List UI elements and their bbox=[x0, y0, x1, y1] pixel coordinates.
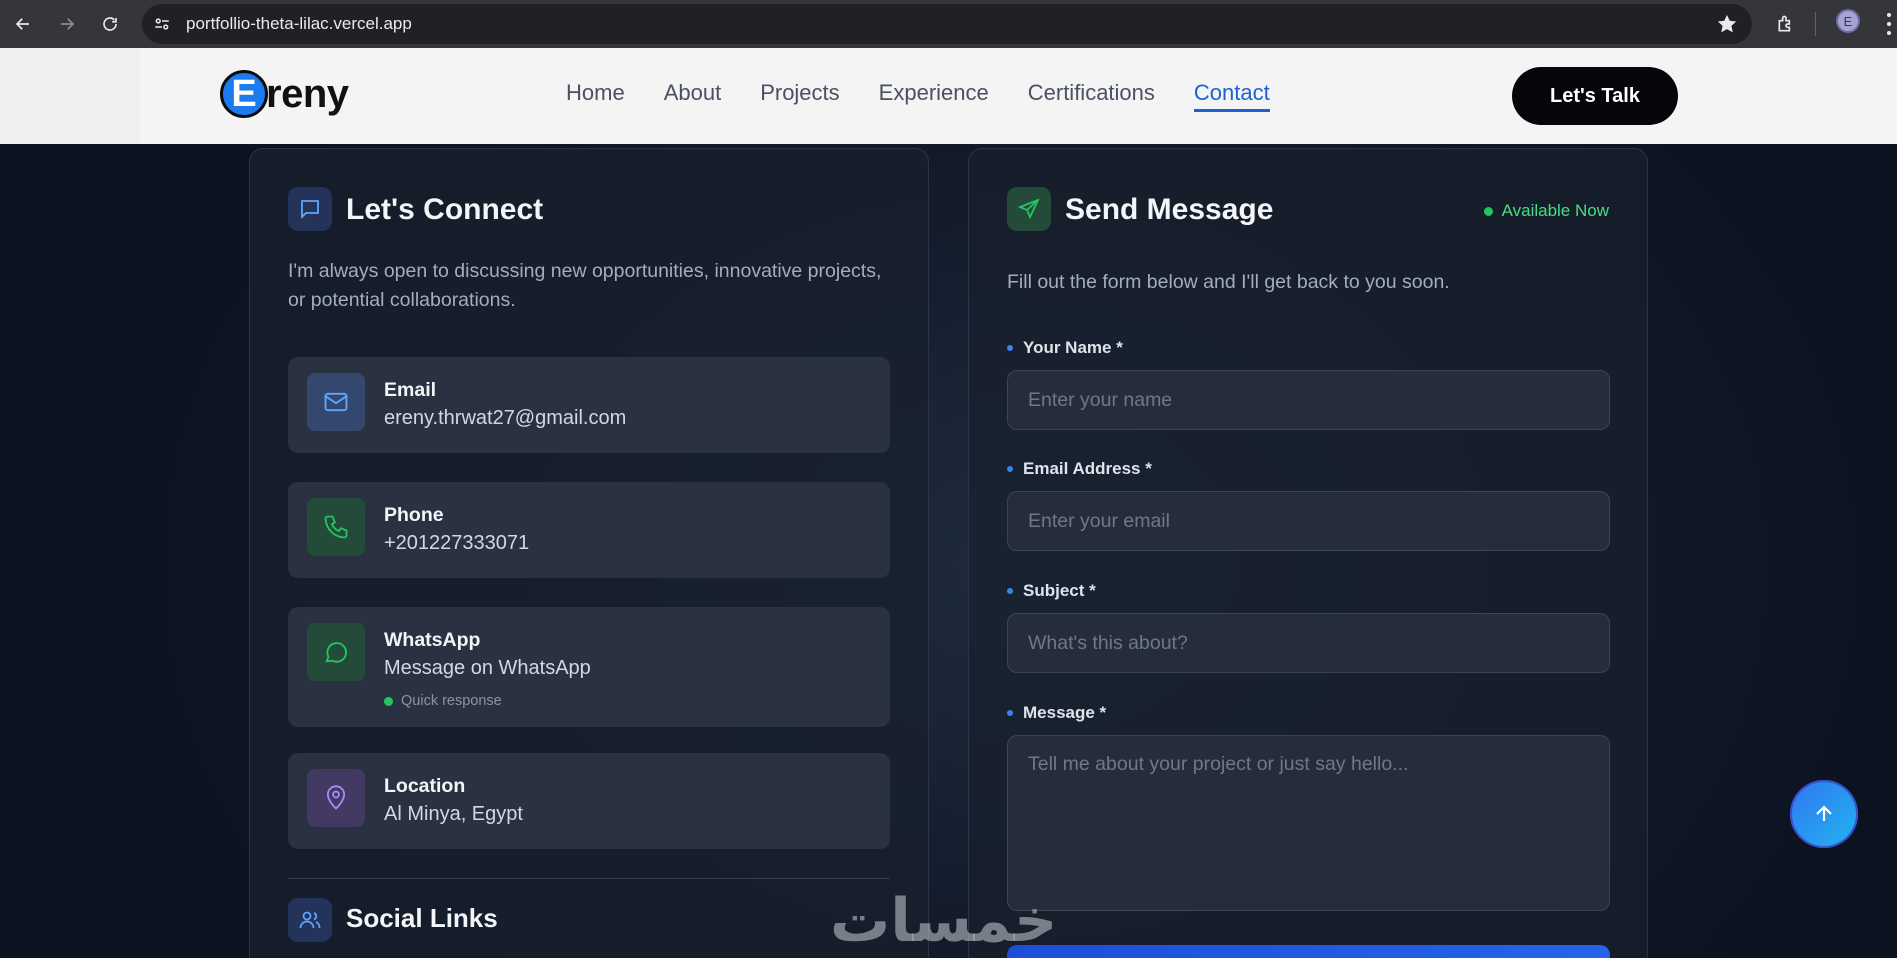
status-dot bbox=[384, 696, 393, 706]
toolbar-divider bbox=[1815, 12, 1816, 36]
phone-icon bbox=[307, 498, 365, 556]
profile-avatar[interactable]: E bbox=[1836, 9, 1860, 33]
contact-value: +201227333071 bbox=[384, 532, 530, 554]
contact-location[interactable]: Location Al Minya, Egypt bbox=[288, 753, 890, 849]
connect-intro: I'm always open to discussing new opport… bbox=[288, 260, 882, 311]
back-button[interactable] bbox=[8, 9, 38, 39]
connect-title: Let's Connect bbox=[346, 193, 544, 226]
name-label: Your Name * bbox=[1007, 338, 1123, 358]
navbar-bg-left bbox=[0, 48, 140, 144]
nav-certifications[interactable]: Certifications bbox=[1028, 80, 1155, 112]
send-message-button[interactable] bbox=[1007, 945, 1610, 958]
forward-button[interactable] bbox=[52, 9, 82, 39]
nav-contact[interactable]: Contact bbox=[1193, 80, 1270, 112]
users-icon bbox=[288, 898, 332, 942]
site-logo[interactable]: E reny bbox=[220, 70, 349, 118]
mail-icon bbox=[307, 373, 365, 431]
label-bullet bbox=[1007, 345, 1013, 351]
message-label: Message * bbox=[1007, 703, 1106, 723]
message-label-text: Message * bbox=[1023, 703, 1107, 722]
browser-menu-icon[interactable] bbox=[1884, 10, 1894, 38]
site-navbar: E reny Home About Projects Experience Ce… bbox=[140, 48, 1752, 144]
availability-text: Available Now bbox=[1501, 201, 1609, 220]
status-dot bbox=[1483, 206, 1493, 216]
address-bar[interactable]: portfollio-theta-lilac.vercel.app bbox=[142, 4, 1752, 44]
extensions-icon[interactable] bbox=[1771, 9, 1801, 39]
site-info-icon[interactable] bbox=[152, 14, 172, 34]
logo-letter: E bbox=[220, 70, 268, 118]
navbar-bg-right bbox=[1752, 48, 1897, 144]
label-bullet bbox=[1007, 466, 1013, 472]
social-links-title: Social Links bbox=[346, 903, 498, 933]
map-pin-icon bbox=[307, 769, 365, 827]
browser-toolbar: portfollio-theta-lilac.vercel.app E bbox=[0, 0, 1897, 48]
name-field[interactable]: Enter your name bbox=[1007, 370, 1610, 430]
send-message-title: Send Message bbox=[1065, 193, 1274, 226]
lets-talk-button[interactable]: Let's Talk bbox=[1512, 67, 1678, 125]
subject-label-text: Subject * bbox=[1023, 581, 1096, 600]
contact-value: Message on WhatsApp bbox=[384, 657, 591, 679]
message-textarea[interactable]: Tell me about your project or just say h… bbox=[1007, 735, 1610, 911]
label-bullet bbox=[1007, 588, 1013, 594]
contact-label: Location bbox=[384, 775, 466, 797]
contact-label: Phone bbox=[384, 504, 444, 526]
form-intro: Fill out the form below and I'll get bac… bbox=[1007, 271, 1450, 293]
nav-links: Home About Projects Experience Certifica… bbox=[566, 80, 1270, 112]
email-field[interactable]: Enter your email bbox=[1007, 491, 1610, 551]
page-content: Let's Connect I'm always open to discuss… bbox=[0, 48, 1897, 958]
url-text: portfollio-theta-lilac.vercel.app bbox=[186, 14, 412, 33]
contact-value: Al Minya, Egypt bbox=[384, 803, 523, 825]
scroll-to-top-button[interactable] bbox=[1790, 780, 1858, 848]
watermark-text: خمسات bbox=[830, 886, 1058, 956]
quick-response-note: Quick response bbox=[384, 693, 502, 709]
contact-email[interactable]: Email ereny.thrwat27@gmail.com bbox=[288, 357, 890, 453]
section-divider bbox=[288, 878, 890, 879]
nav-about[interactable]: About bbox=[664, 80, 722, 112]
arrow-left-icon bbox=[15, 18, 29, 30]
contact-phone[interactable]: Phone +201227333071 bbox=[288, 482, 890, 578]
contact-label: WhatsApp bbox=[384, 629, 481, 651]
nav-home[interactable]: Home bbox=[566, 80, 625, 112]
contact-whatsapp[interactable]: WhatsApp Message on WhatsApp Quick respo… bbox=[288, 607, 890, 727]
name-label-text: Your Name * bbox=[1023, 338, 1123, 357]
arrow-up-icon bbox=[1816, 805, 1832, 821]
nav-projects[interactable]: Projects bbox=[760, 80, 839, 112]
label-bullet bbox=[1007, 710, 1013, 716]
arrow-right-icon bbox=[61, 18, 75, 30]
connect-card: Let's Connect I'm always open to discuss… bbox=[249, 148, 929, 958]
send-icon bbox=[1007, 187, 1051, 231]
message-circle-icon bbox=[307, 623, 365, 681]
email-label: Email Address * bbox=[1007, 459, 1152, 479]
bookmark-star-icon[interactable] bbox=[1716, 13, 1738, 35]
subject-field[interactable]: What's this about? bbox=[1007, 613, 1610, 673]
email-label-text: Email Address * bbox=[1023, 459, 1152, 478]
availability-status: Available Now bbox=[1483, 201, 1609, 221]
subject-label: Subject * bbox=[1007, 581, 1096, 601]
chat-square-icon bbox=[288, 187, 332, 231]
reload-button[interactable] bbox=[95, 9, 125, 39]
message-card: Send Message Available Now Fill out the … bbox=[968, 148, 1648, 958]
contact-value: ereny.thrwat27@gmail.com bbox=[384, 407, 627, 429]
logo-text: reny bbox=[266, 71, 349, 116]
reload-icon bbox=[103, 17, 117, 31]
nav-experience[interactable]: Experience bbox=[879, 80, 989, 112]
quick-response-text: Quick response bbox=[401, 693, 502, 709]
contact-label: Email bbox=[384, 379, 437, 401]
